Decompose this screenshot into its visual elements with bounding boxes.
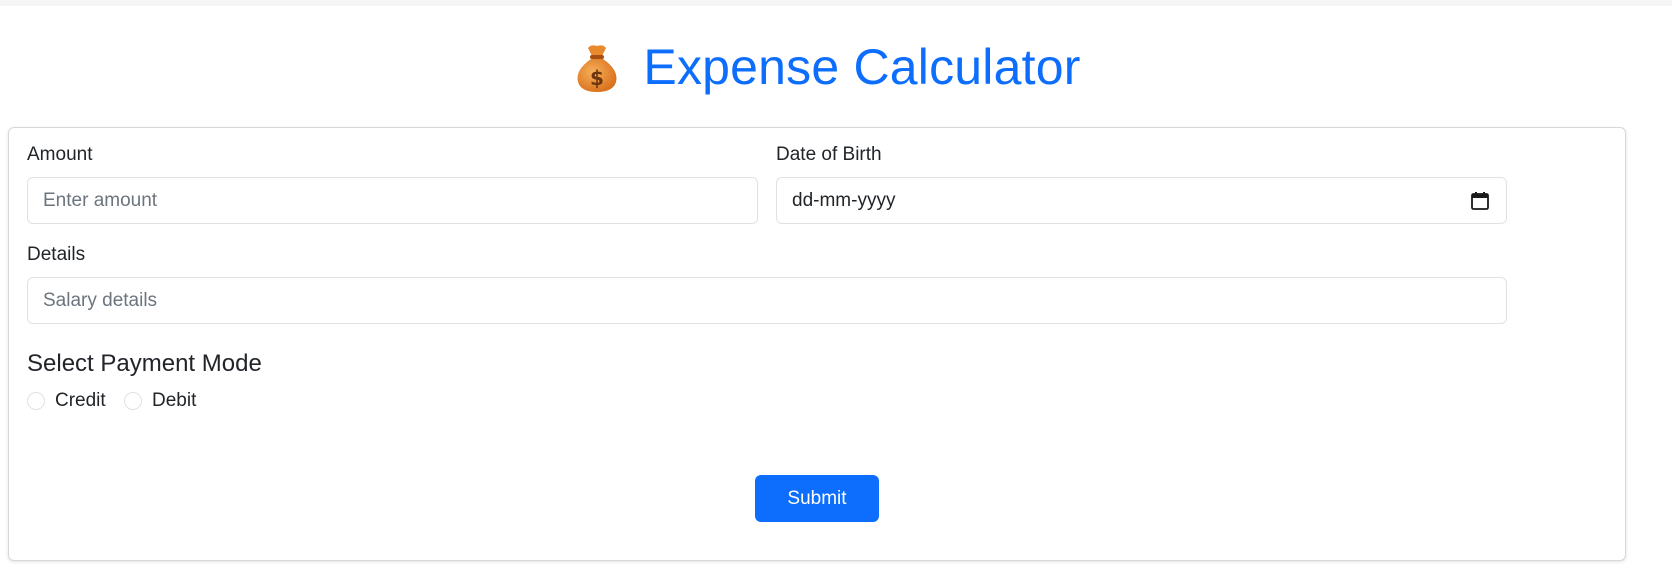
date-of-birth-label: Date of Birth (776, 144, 882, 165)
money-bag-icon: $ (577, 45, 617, 92)
radio-credit[interactable]: Credit (27, 390, 106, 412)
details-input[interactable] (27, 277, 1507, 324)
expense-form-card: Amount Date of Birth dd-mm-yyyy Details … (8, 127, 1626, 561)
date-of-birth-input[interactable]: dd-mm-yyyy (776, 177, 1507, 224)
svg-text:$: $ (590, 66, 604, 90)
payment-mode-heading: Select Payment Mode (27, 350, 262, 377)
calendar-icon[interactable] (1470, 191, 1490, 211)
radio-credit-label: Credit (55, 390, 106, 411)
amount-input[interactable] (27, 177, 758, 224)
radio-debit[interactable]: Debit (124, 390, 196, 412)
radio-debit-circle[interactable] (124, 392, 142, 410)
page-title: Expense Calculator (643, 39, 1081, 95)
top-strip (0, 0, 1672, 6)
radio-credit-circle[interactable] (27, 392, 45, 410)
date-placeholder: dd-mm-yyyy (792, 189, 896, 211)
details-label: Details (27, 244, 86, 265)
amount-label: Amount (27, 144, 93, 165)
submit-button[interactable]: Submit (755, 475, 879, 522)
page-header: $ Expense Calculator (0, 36, 1652, 98)
radio-debit-label: Debit (152, 390, 197, 411)
